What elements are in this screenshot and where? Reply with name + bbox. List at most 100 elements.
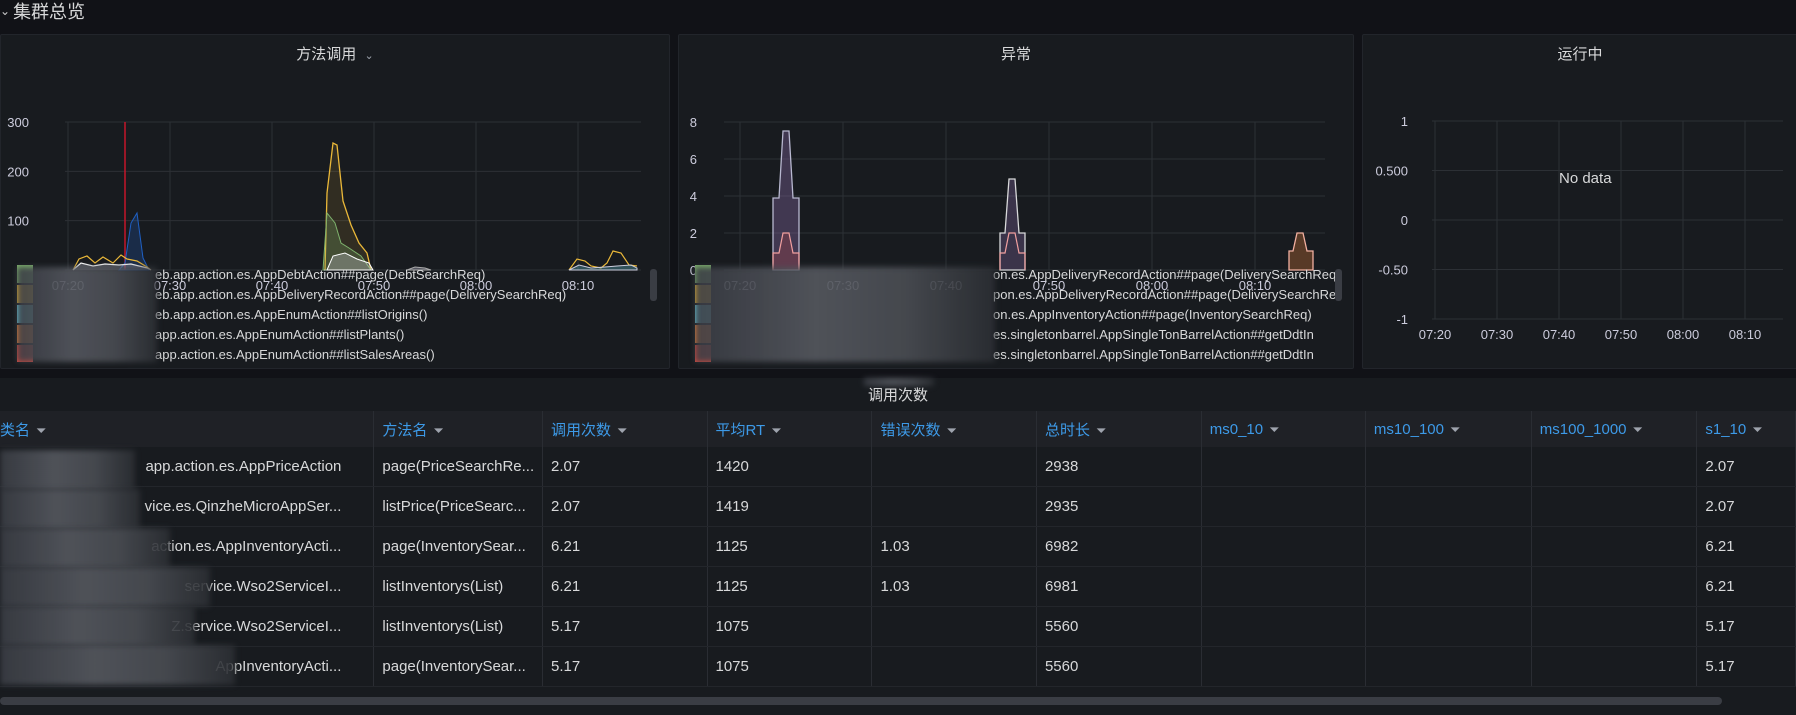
filter-icon[interactable]: ⏷ <box>1269 422 1279 437</box>
table-cell <box>1365 606 1532 647</box>
panel-title[interactable]: 方法调用 ⌄ <box>1 43 669 64</box>
table-cell <box>1201 526 1366 567</box>
filter-icon[interactable]: ⏷ <box>1450 422 1460 437</box>
table-row[interactable]: vice.es.QinzheMicroAppSer... listPrice(Pr… <box>0 486 1796 527</box>
table-cell: 6.21 <box>542 566 708 607</box>
panel-method-calls: 方法调用 ⌄ 300200100007:2007:3007:4007:5008:… <box>0 34 670 369</box>
table-row[interactable]: AppInventoryActi... page(InventorySear...… <box>0 646 1796 687</box>
legend-scrollbar[interactable] <box>1335 269 1342 301</box>
table-cell: 1075 <box>707 646 873 687</box>
legend-label[interactable]: eb.app.action.es.AppEnumAction##listOrig… <box>155 307 427 322</box>
x-tick-label: 08:10 <box>1729 327 1762 342</box>
panel-title-text: 方法调用 <box>296 46 357 63</box>
y-tick-label: 0 <box>1401 213 1408 228</box>
y-tick-label: 0.500 <box>1375 164 1408 179</box>
column-header-label[interactable]: 类名 <box>0 422 30 439</box>
table-cell <box>1531 566 1698 607</box>
table-row[interactable]: action.es.AppInventoryActi... page(Invent… <box>0 526 1796 567</box>
table-cell: 5.17 <box>542 646 708 687</box>
table-cell <box>1201 646 1366 687</box>
column-header-label[interactable]: 方法名 <box>382 422 427 439</box>
table-cell: 5.17 <box>1696 646 1796 687</box>
x-tick-label: 08:00 <box>1667 327 1700 342</box>
y-tick-label: 100 <box>7 214 29 229</box>
filter-icon[interactable]: ⏷ <box>947 423 957 438</box>
chevron-down-icon[interactable]: ⌄ <box>0 4 10 18</box>
legend-label[interactable]: app.action.es.AppEnumAction##listPlants(… <box>155 327 404 342</box>
table-cell <box>871 447 1037 487</box>
column-header[interactable]: ms100_1000 ⏷ <box>1531 411 1698 447</box>
column-header[interactable]: 总时长 ⏷ <box>1036 411 1202 447</box>
filter-icon[interactable]: ⏷ <box>36 423 46 438</box>
column-header-label[interactable]: ms100_1000 <box>1540 421 1627 438</box>
filter-icon[interactable]: ⏷ <box>771 423 781 438</box>
column-header-label[interactable]: s1_10 <box>1705 421 1746 438</box>
table-cell: 6981 <box>1036 566 1202 607</box>
table-horizontal-scrollbar[interactable] <box>0 697 1722 705</box>
series-area <box>999 178 1026 271</box>
legend-label[interactable]: on.es.AppInventoryAction##page(Inventory… <box>993 307 1312 322</box>
column-header[interactable]: 调用次数 ⏷ <box>542 411 708 447</box>
table-cell <box>1531 486 1698 527</box>
series-area <box>117 211 150 271</box>
panel-title[interactable]: 异常 <box>679 43 1353 64</box>
x-tick-label: 07:20 <box>1419 327 1452 342</box>
table-cell: page(PriceSearchRe... <box>373 447 544 487</box>
panel-title[interactable]: 调用次数 <box>0 384 1796 405</box>
column-header-label[interactable]: ms10_100 <box>1374 421 1444 438</box>
table-cell: 5560 <box>1036 646 1202 687</box>
panel-errors: 异常 8642007:2007:3007:4007:5008:0008:10 o… <box>678 34 1354 369</box>
y-tick-label: 200 <box>7 164 29 179</box>
column-header[interactable]: 平均RT ⏷ <box>707 411 873 447</box>
legend-label[interactable]: eb.app.action.es.AppDebtAction##page(Deb… <box>155 267 485 282</box>
chevron-down-icon[interactable]: ⌄ <box>364 50 373 62</box>
table-cell <box>1365 566 1532 607</box>
table-cell: page(InventorySear... <box>373 646 544 687</box>
legend-label[interactable]: app.action.es.AppEnumAction##listSalesAr… <box>155 347 435 362</box>
filter-icon[interactable]: ⏷ <box>433 423 443 438</box>
x-tick-label: 07:30 <box>1481 327 1514 342</box>
x-tick-label: 07:40 <box>1543 327 1576 342</box>
legend-label[interactable]: es.singletonbarrel.AppSingleTonBarrelAct… <box>993 327 1314 342</box>
row-title: 集群总览 <box>13 2 86 22</box>
filter-icon[interactable]: ⏷ <box>1752 422 1762 437</box>
legend-label[interactable]: es.singletonbarrel.AppSingleTonBarrelAct… <box>993 347 1314 362</box>
table-row[interactable]: app.action.es.AppPriceAction page(PriceSe… <box>0 447 1796 487</box>
panel-title[interactable]: 运行中 <box>1363 43 1796 64</box>
column-header-label[interactable]: ms0_10 <box>1210 421 1263 438</box>
table-cell: 2.07 <box>1696 447 1796 487</box>
filter-icon[interactable]: ⏷ <box>617 423 627 438</box>
y-tick-label: 6 <box>690 152 697 167</box>
table-cell: 2.07 <box>1696 486 1796 527</box>
legend-label[interactable]: eb.app.action.es.AppDeliveryRecordAction… <box>155 287 566 302</box>
filter-icon[interactable]: ⏷ <box>1096 423 1106 438</box>
table-row[interactable]: Z.service.Wso2ServiceI... listInventorys(… <box>0 606 1796 647</box>
filter-icon[interactable]: ⏷ <box>1633 422 1643 437</box>
legend-label[interactable]: pon.es.AppDeliveryRecordAction##page(Del… <box>993 287 1339 302</box>
column-header[interactable]: ms10_100 ⏷ <box>1365 411 1532 447</box>
column-header[interactable]: 错误次数 ⏷ <box>871 411 1037 447</box>
column-header[interactable]: 方法名 ⏷ <box>373 411 544 447</box>
table-row[interactable]: service.Wso2ServiceI... listInventorys(Li… <box>0 566 1796 607</box>
table-cell: 2935 <box>1036 486 1202 527</box>
column-header-label[interactable]: 错误次数 <box>880 422 940 439</box>
column-header[interactable]: ms0_10 ⏷ <box>1201 411 1366 447</box>
table-cell: 1.03 <box>871 566 1037 607</box>
row-header-cluster-overview[interactable]: ⌄ 集群总览 <box>0 0 85 22</box>
column-header[interactable]: s1_10 ⏷ <box>1696 411 1796 447</box>
column-header-label[interactable]: 调用次数 <box>551 422 611 439</box>
legend-label[interactable]: on.es.AppDeliveryRecordAction##page(Deli… <box>993 267 1336 282</box>
column-header[interactable]: 类名 ⏷ <box>0 411 375 447</box>
redacted-region <box>0 645 235 685</box>
column-header-label[interactable]: 总时长 <box>1045 422 1090 439</box>
redacted-region <box>0 450 135 490</box>
table-header-row: 类名 ⏷ 方法名 ⏷ 调用次数 ⏷ 平均RT ⏷ 错误次数 ⏷ 总时长 ⏷ ms0_10 ⏷ ms10_10… <box>0 411 1796 447</box>
table-cell: 1.03 <box>871 526 1037 567</box>
panel-running: 运行中 1 0.500 0 -0.50 -1 07:20 07:30 07:40 07:50 08… <box>1362 34 1796 369</box>
table-cell: 1075 <box>707 606 873 647</box>
x-tick-label: 07:50 <box>1605 327 1638 342</box>
column-header-label[interactable]: 平均RT <box>716 422 766 439</box>
legend-scrollbar[interactable] <box>650 269 657 301</box>
y-tick-label: 1 <box>1401 114 1408 129</box>
running-graph[interactable]: 1 0.500 0 -0.50 -1 07:20 07:30 07:40 07:50 08:00 0… <box>1363 69 1796 369</box>
